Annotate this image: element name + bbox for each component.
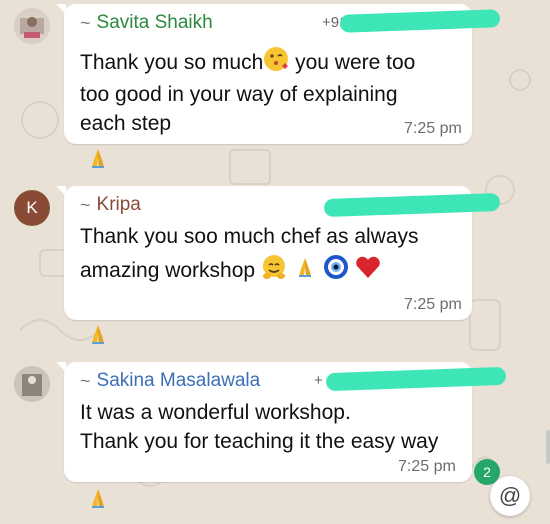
mention-button[interactable]: @ — [490, 476, 530, 516]
sender-name[interactable]: Savita Shaikh — [97, 12, 213, 34]
sender-avatar[interactable]: K — [14, 190, 50, 226]
message-text: It was a wonderful workshop. Thank you f… — [80, 398, 438, 456]
phone-number: + — [314, 372, 323, 389]
bubble-tail — [56, 186, 66, 196]
sender-name[interactable]: Sakina Masalawala — [97, 370, 261, 392]
message-line: Thank you soo much chef as always — [80, 225, 419, 248]
avatar-initial: K — [26, 198, 38, 217]
message-line: each step — [80, 112, 172, 135]
message-line: Thank you so much — [80, 51, 264, 74]
bubble-tail — [56, 4, 66, 14]
message-bubble[interactable]: ~ Kripa Thank you soo much chef as alway… — [56, 186, 501, 320]
nazar-amulet-icon — [323, 254, 349, 291]
message-line: too good in your way of explaining — [80, 83, 398, 106]
message-line: It was a wonderful workshop. — [80, 401, 351, 424]
hugging-face-icon — [261, 254, 287, 291]
sender-avatar[interactable] — [14, 366, 50, 402]
scrollbar-thumb[interactable] — [546, 430, 550, 464]
message-bubble[interactable]: ~ Sakina Masalawala + It was a wonderful… — [56, 362, 507, 482]
avatar-photo-icon — [14, 8, 50, 44]
message-line: you were too — [295, 51, 416, 74]
sender-avatar[interactable] — [14, 8, 50, 44]
folded-hands-icon[interactable] — [86, 146, 110, 170]
message-text: Thank you soo much chef as always amazin… — [80, 220, 419, 291]
message-bubble[interactable]: ~ Savita Shaikh +91 Thank you so much yo… — [56, 4, 501, 144]
avatar-photo-icon — [14, 366, 50, 402]
tilde-icon: ~ — [80, 194, 91, 215]
sender-name[interactable]: Kripa — [97, 194, 141, 216]
message-time: 7:25 pm — [398, 458, 456, 475]
bubble-tail — [56, 362, 66, 372]
folded-hands-icon[interactable] — [86, 322, 110, 346]
folded-hands-icon[interactable] — [86, 486, 110, 510]
message-line: Thank you for teaching it the easy way — [80, 430, 439, 453]
red-heart-icon — [354, 254, 382, 291]
message-line: amazing workshop — [80, 259, 256, 282]
tilde-icon: ~ — [80, 370, 91, 391]
message-time: 7:25 pm — [404, 120, 462, 137]
message-text: Thank you so much you were too too good … — [80, 46, 415, 138]
kissing-face-icon — [263, 46, 289, 80]
message-time: 7:25 pm — [404, 296, 462, 313]
tilde-icon: ~ — [80, 12, 91, 33]
folded-hands-icon — [293, 254, 317, 291]
